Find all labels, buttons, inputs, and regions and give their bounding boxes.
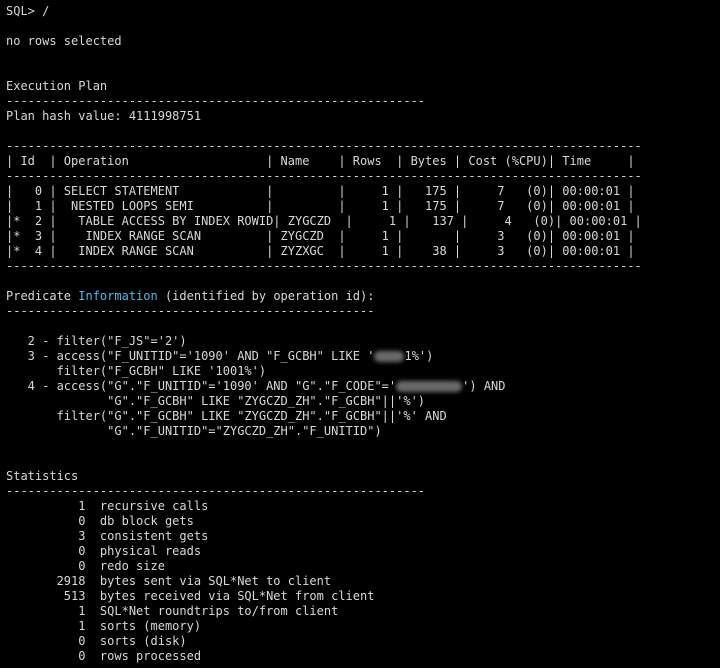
statistics-heading: Statistics — [6, 469, 79, 483]
predicate-line: 3 - access("F_UNITID"='1090' AND "F_GCBH… — [6, 349, 434, 364]
plan-hash-value: Plan hash value: 4111998751 — [6, 109, 202, 123]
terminal-window[interactable]: SQL> / no rows selected Execution Plan -… — [0, 0, 720, 668]
statistics-row: 2918 bytes sent via SQL*Net to client — [6, 574, 332, 588]
plan-table-row: | 0 | SELECT STATEMENT | | 1 | 175 | 7 (… — [6, 184, 635, 198]
predicate-heading-prefix: Predicate — [6, 289, 79, 303]
execution-plan-heading: Execution Plan — [6, 79, 108, 93]
command-prompt: SQL> / — [6, 4, 50, 18]
statistics-row: 0 db block gets — [6, 514, 194, 528]
predicate-text: 1%') — [404, 349, 434, 363]
statistics-row: 0 redo size — [6, 559, 165, 573]
redacted-value — [396, 381, 463, 392]
predicate-line: "G"."F_GCBH" LIKE "ZYGCZD_ZH"."F_GCBH"||… — [6, 394, 426, 408]
plan-table-row: | 1 | NESTED LOOPS SEMI | | 1 | 175 | 7 … — [6, 199, 635, 213]
predicate-line: 2 - filter("F_JS"='2') — [6, 334, 187, 348]
query-result-message: no rows selected — [6, 34, 122, 48]
predicate-heading: Predicate Information (identified by ope… — [6, 289, 374, 304]
predicate-line: 4 - access("G"."F_UNITID"='1090' AND "G"… — [6, 379, 506, 394]
redacted-value — [374, 351, 405, 362]
plan-table-rule-middle: ----------------------------------------… — [6, 169, 642, 183]
statistics-row: 1 recursive calls — [6, 499, 209, 513]
plan-table-row: |* 4 | INDEX RANGE SCAN | ZYZXGC | 1 | 3… — [6, 244, 635, 258]
section-separator: ----------------------------------------… — [6, 484, 426, 498]
section-separator: ----------------------------------------… — [6, 94, 426, 108]
statistics-row: 3 consistent gets — [6, 529, 209, 543]
predicate-text: 3 - access("F_UNITID"='1090' AND "F_GCBH… — [6, 349, 375, 363]
plan-table-header: | Id | Operation | Name | Rows | Bytes |… — [6, 154, 635, 168]
predicate-line: "G"."F_UNITID"="ZYGCZD_ZH"."F_UNITID") — [6, 424, 382, 438]
predicate-line: filter("F_GCBH" LIKE '1001%') — [6, 364, 267, 378]
plan-table-row: |* 3 | INDEX RANGE SCAN | ZYGCZD | 1 | |… — [6, 229, 635, 243]
statistics-row: 0 physical reads — [6, 544, 202, 558]
predicate-line: filter("G"."F_GCBH" LIKE "ZYGCZD_ZH"."F_… — [6, 409, 447, 423]
statistics-row: 1 SQL*Net roundtrips to/from client — [6, 604, 339, 618]
statistics-row: 513 bytes received via SQL*Net from clie… — [6, 589, 375, 603]
statistics-row: 0 sorts (disk) — [6, 634, 187, 648]
predicate-heading-suffix: (identified by operation id): — [157, 289, 375, 303]
section-separator: ----------------------------------------… — [6, 304, 375, 318]
information-highlight: Information — [78, 289, 158, 303]
predicate-text: 4 - access("G"."F_UNITID"='1090' AND "G"… — [6, 379, 397, 393]
statistics-row: 1 sorts (memory) — [6, 619, 202, 633]
plan-table-row: |* 2 | TABLE ACCESS BY INDEX ROWID| ZYGC… — [6, 214, 642, 228]
predicate-text: ') AND — [462, 379, 506, 393]
plan-table-rule-bottom: ----------------------------------------… — [6, 259, 642, 273]
plan-table-rule-top: ----------------------------------------… — [6, 139, 642, 153]
statistics-row: 0 rows processed — [6, 649, 202, 663]
